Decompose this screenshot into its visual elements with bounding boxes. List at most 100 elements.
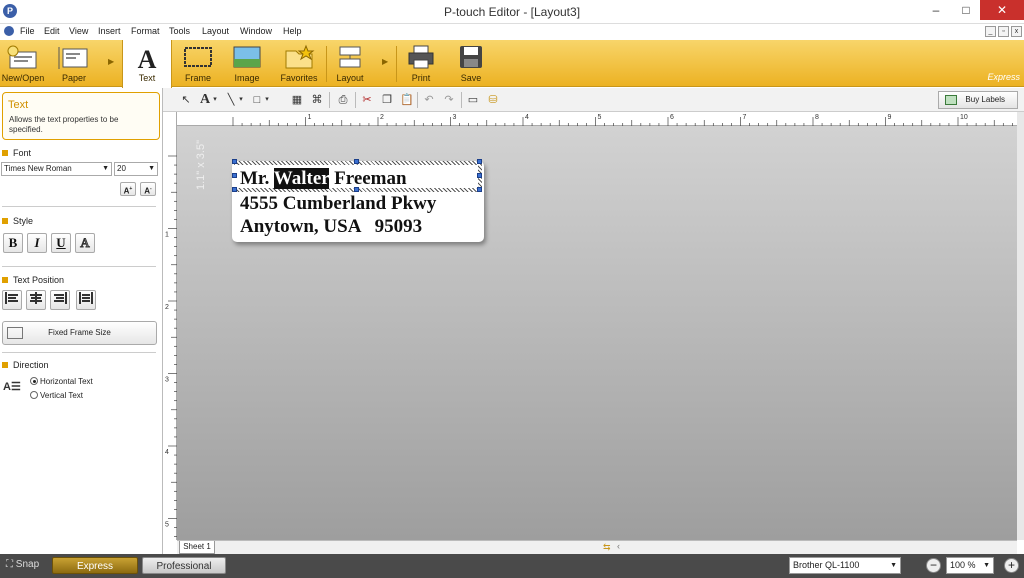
close-button[interactable]: ✕: [980, 0, 1024, 20]
zoom-out-button[interactable]: −: [926, 558, 941, 573]
property-window-icon[interactable]: ▭: [465, 92, 481, 108]
direction-section-label: Direction: [13, 360, 49, 370]
snap-toggle[interactable]: ⛶ Snap: [6, 559, 39, 570]
label-line-1[interactable]: Mr. Walter Freeman: [240, 168, 407, 190]
label-object[interactable]: Mr. Walter Freeman 4555 Cumberland Pkwy …: [232, 159, 484, 242]
image-button[interactable]: Image: [224, 40, 270, 87]
zoom-select[interactable]: 100 % ▼: [946, 557, 994, 574]
tab-scroll-icon[interactable]: ⇆: [603, 542, 611, 553]
cut-icon[interactable]: ✂: [359, 92, 375, 108]
mdi-restore-button[interactable]: ▫: [998, 26, 1009, 37]
label-line-3[interactable]: Anytown, USA 95093: [240, 216, 422, 238]
vertical-text-label: Vertical Text: [40, 391, 83, 400]
layout-button[interactable]: Layout: [328, 40, 372, 87]
paste-icon[interactable]: 📋: [399, 92, 415, 108]
sheet-tab[interactable]: Sheet 1: [179, 541, 215, 554]
style-section-label: Style: [13, 216, 34, 226]
save-button[interactable]: Save: [448, 40, 494, 87]
ruler-label: 9: [888, 114, 892, 121]
express-mode-button[interactable]: Express: [52, 557, 138, 574]
printer-select[interactable]: Brother QL-1100 ▼: [789, 557, 901, 574]
ruler-label: 4: [165, 449, 169, 456]
ruler-label: 1: [308, 114, 312, 121]
print-label: Print: [411, 73, 431, 83]
favorites-button[interactable]: Favorites: [274, 40, 324, 87]
menu-window[interactable]: Window: [240, 26, 272, 36]
database-icon[interactable]: ⛁: [485, 92, 501, 108]
ruler-label: 1: [165, 232, 169, 239]
toolbar-separator: [417, 92, 418, 108]
info-description: Allows the text properties to be specifi…: [9, 115, 119, 134]
vertical-ruler: 1 2 3 4 5: [163, 112, 177, 540]
horizontal-ruler: 1 2 3 4 5 6 7 8 9 10: [177, 112, 1017, 126]
document-icon[interactable]: [4, 26, 14, 36]
menu-view[interactable]: View: [69, 26, 88, 36]
paper-button[interactable]: Paper: [50, 40, 98, 87]
resize-handle[interactable]: [354, 159, 359, 164]
table-tool-icon[interactable]: ▦: [289, 92, 305, 108]
text-direction-icon: A☰: [3, 381, 21, 393]
resize-handle[interactable]: [477, 159, 482, 164]
resize-handle[interactable]: [477, 173, 482, 178]
increase-font-size-button[interactable]: A+: [120, 182, 136, 196]
vertical-text-option[interactable]: Vertical Text: [30, 391, 83, 400]
chevron-down-icon[interactable]: ▾: [211, 92, 219, 108]
align-left-button[interactable]: [2, 290, 22, 310]
label-line-2[interactable]: 4555 Cumberland Pkwy: [240, 193, 436, 215]
chevron-left-icon[interactable]: ‹: [617, 541, 620, 551]
resize-handle[interactable]: [477, 187, 482, 192]
properties-panel: Text Allows the text properties to be sp…: [0, 88, 163, 554]
copy-icon[interactable]: ❐: [379, 92, 395, 108]
menu-layout[interactable]: Layout: [202, 26, 229, 36]
menu-insert[interactable]: Insert: [98, 26, 121, 36]
resize-handle[interactable]: [232, 187, 237, 192]
zoom-in-button[interactable]: +: [1004, 558, 1019, 573]
undo-icon[interactable]: ↶: [421, 92, 437, 108]
fixed-frame-size-button[interactable]: Fixed Frame Size: [2, 321, 157, 345]
horizontal-ruler-ticks: 1 2 3 4 5 6 7 8 9 10: [232, 114, 1013, 126]
font-select[interactable]: Times New Roman ▼: [1, 162, 112, 176]
maximize-button[interactable]: □: [952, 0, 980, 20]
chevron-down-icon[interactable]: ▾: [237, 92, 245, 108]
resize-handle[interactable]: [232, 173, 237, 178]
font-size-select[interactable]: 20 ▼: [114, 162, 158, 176]
new-open-button[interactable]: New/Open: [0, 40, 46, 87]
horizontal-text-option[interactable]: Horizontal Text: [30, 377, 93, 386]
align-right-button[interactable]: [50, 290, 70, 310]
title-bar: P P-touch Editor - [Layout3] – □ ✕: [0, 0, 1024, 24]
mdi-minimize-button[interactable]: _: [985, 26, 996, 37]
professional-mode-button[interactable]: Professional: [142, 557, 226, 574]
print-small-icon[interactable]: ⎙: [335, 92, 351, 108]
section-marker-icon: [2, 277, 8, 283]
vertical-scrollbar[interactable]: [1017, 112, 1024, 540]
barcode-tool-icon[interactable]: ⌘: [309, 92, 325, 108]
align-center-button[interactable]: [26, 290, 46, 310]
minimize-button[interactable]: –: [922, 0, 950, 20]
align-right-icon: [54, 292, 67, 304]
menu-edit[interactable]: Edit: [44, 26, 60, 36]
buy-labels-button[interactable]: Buy Labels: [938, 91, 1018, 109]
pointer-tool-icon[interactable]: ↖: [178, 92, 194, 108]
print-button[interactable]: Print: [398, 40, 444, 87]
chevron-down-icon[interactable]: ▾: [263, 92, 271, 108]
bold-button[interactable]: B: [3, 233, 23, 253]
justify-button[interactable]: [76, 290, 96, 310]
outline-style-button[interactable]: A: [75, 233, 95, 253]
direction-section-header: Direction: [2, 360, 49, 370]
frame-button[interactable]: Frame: [174, 40, 222, 87]
ruler-label: 10: [960, 114, 968, 121]
mdi-close-button[interactable]: x: [1011, 26, 1022, 37]
menu-file[interactable]: File: [20, 26, 35, 36]
redo-icon[interactable]: ↷: [441, 92, 457, 108]
italic-button[interactable]: I: [27, 233, 47, 253]
radio-unselected-icon: [30, 391, 38, 399]
menu-help[interactable]: Help: [283, 26, 302, 36]
horizontal-text-label: Horizontal Text: [40, 377, 93, 386]
text-button[interactable]: A Text: [122, 40, 172, 88]
favorites-icon: [285, 44, 315, 69]
menu-format[interactable]: Format: [131, 26, 160, 36]
menu-tools[interactable]: Tools: [169, 26, 190, 36]
underline-button[interactable]: U: [51, 233, 71, 253]
decrease-font-size-button[interactable]: A-: [140, 182, 156, 196]
resize-handle[interactable]: [232, 159, 237, 164]
